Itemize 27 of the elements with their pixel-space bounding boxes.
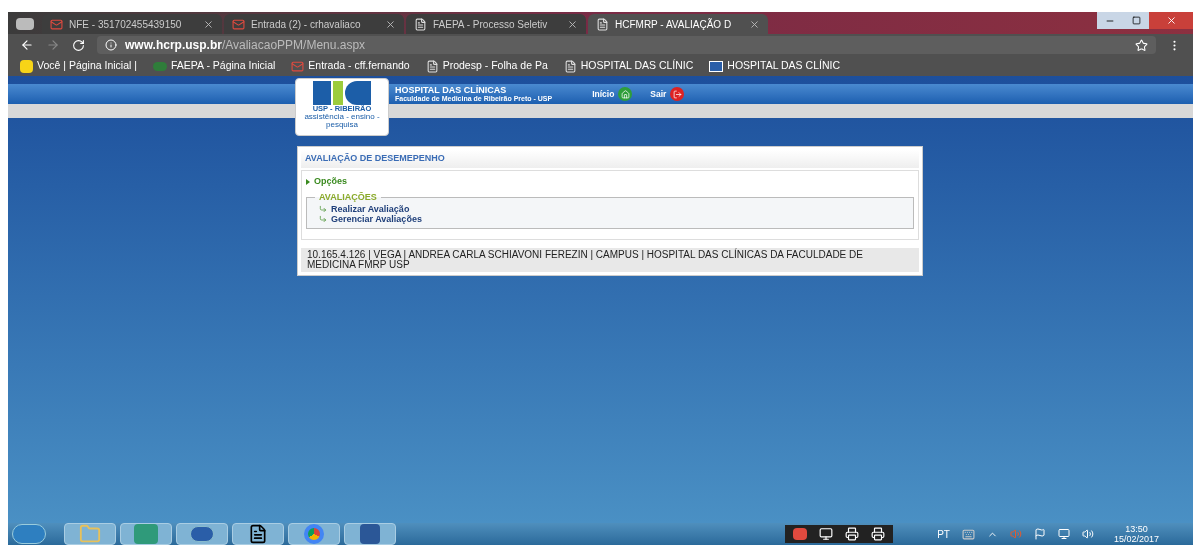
group-title: AVALIAÇÕES — [318, 190, 378, 204]
session-info: 10.165.4.126 | VEGA | ANDREA CARLA SCHIAVONI FEREZIN | CAMPUS | HOSPITAL DAS CLÍNICAS DA FACULDADE DE MEDICINA FMRP USP — [301, 248, 919, 272]
menu-link[interactable]: Gerenciar Avaliações — [331, 214, 422, 224]
hospital-title: HOSPITAL DAS CLÍNICAS — [395, 86, 508, 95]
bookmark-item[interactable]: FAEPA - Página Inicial — [153, 58, 276, 74]
panel-title: AVALIAÇÃO DE DESEMEPENHO — [305, 152, 445, 166]
home-link[interactable]: Início — [592, 87, 633, 101]
bookmark-item[interactable]: Entrada - cff.fernando — [291, 58, 410, 74]
menu-link[interactable]: Realizar Avaliação — [331, 204, 410, 214]
browser-tab[interactable]: HCFMRP - AVALIAÇÃO D — [588, 14, 768, 34]
logout-link[interactable]: Sair — [650, 87, 685, 101]
language-indicator[interactable]: PT — [937, 526, 950, 542]
url-text: www.hcrp.usp.br/AvaliacaoPPM/Menu.aspx — [125, 37, 366, 54]
tab-title: Entrada (2) - crhavaliaco — [251, 17, 362, 32]
bookmark-item[interactable]: HOSPITAL DAS CLÍNIC — [709, 58, 840, 74]
browser-tab[interactable]: Entrada (2) - crhavaliaco — [224, 14, 404, 34]
address-bar[interactable]: www.hcrp.usp.br/AvaliacaoPPM/Menu.aspx — [97, 36, 1156, 54]
tab-title: FAEPA - Processo Seletiv — [433, 17, 549, 32]
bookmark-item[interactable]: Você | Página Inicial | — [20, 58, 138, 74]
logo-tagline: assistência - ensino - pesquisa — [303, 112, 381, 129]
tab-title: HCFMRP - AVALIAÇÃO D — [615, 17, 733, 32]
tab-title: NFE - 351702455439150 — [69, 17, 183, 32]
browser-tab[interactable]: FAEPA - Processo Seletiv — [406, 14, 586, 34]
options-label[interactable]: Opções — [314, 175, 347, 189]
clock[interactable]: 13:50 15/02/2017 — [1113, 524, 1159, 544]
bookmark-item[interactable]: HOSPITAL DAS CLÍNIC — [563, 58, 694, 74]
bookmark-item[interactable]: Prodesp - Folha de Pa — [425, 58, 548, 74]
